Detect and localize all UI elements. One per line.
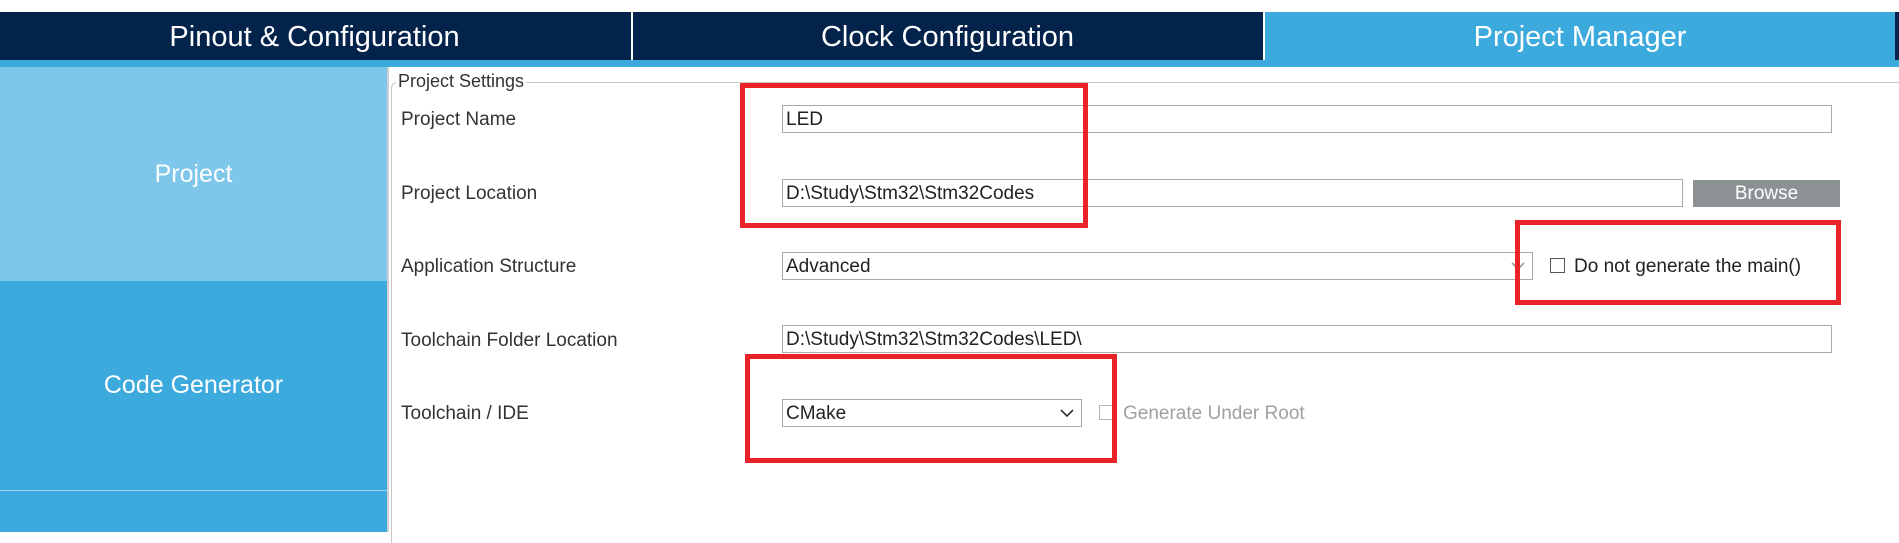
tab-underline [0,60,1899,67]
tab-clock-configuration[interactable]: Clock Configuration [631,12,1262,60]
tab-project-manager[interactable]: Project Manager [1263,12,1899,60]
tab-pinout-configuration[interactable]: Pinout & Configuration [0,12,629,60]
sidebar-item-label: Project [154,159,233,188]
sidebar-item-advanced-settings[interactable] [0,491,387,532]
sidebar-item-label: Code Generator [103,371,284,399]
toolchain-ide-label: Toolchain / IDE [401,403,529,424]
browse-button[interactable]: Browse [1693,180,1840,207]
highlight-box-toolchain-ide [745,354,1117,463]
highlight-box-project-fields [740,83,1088,228]
sidebar-divider [387,67,389,532]
project-settings-legend: Project Settings [396,71,527,92]
project-location-label: Project Location [401,183,538,204]
project-name-label: Project Name [401,109,517,130]
tab-project-manager-label: Project Manager [1473,21,1687,53]
sidebar-item-project[interactable]: Project [0,67,387,281]
project-settings-group [391,82,1899,543]
toolchain-folder-label: Toolchain Folder Location [401,330,618,351]
application-structure-label: Application Structure [401,256,577,277]
application-structure-value: Advanced [786,256,871,277]
generate-under-root-label: Generate Under Root [1123,403,1305,424]
highlight-box-generate-main [1515,220,1841,305]
sidebar-item-code-generator[interactable]: Code Generator [0,281,387,491]
application-structure-select[interactable]: Advanced [782,252,1533,280]
toolchain-folder-input[interactable]: D:\Study\Stm32\Stm32Codes\LED\ [782,325,1832,353]
top-tab-bar: Pinout & Configuration Clock Configurati… [0,12,1899,60]
